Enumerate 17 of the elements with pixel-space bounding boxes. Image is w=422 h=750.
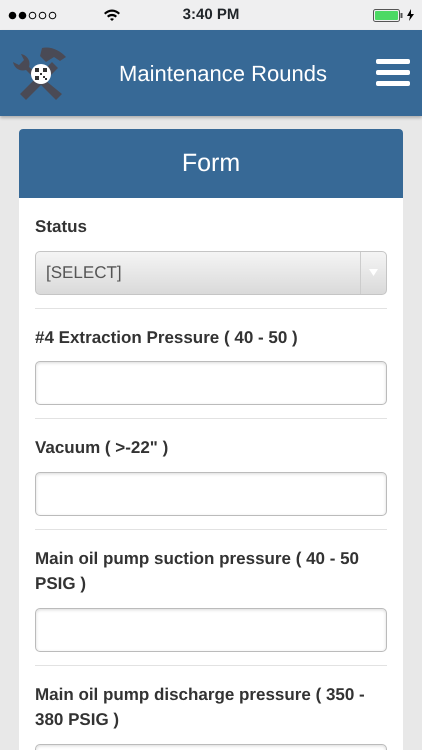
input-field[interactable]	[35, 361, 387, 405]
input-field[interactable]	[35, 472, 387, 516]
caret-icon	[369, 269, 378, 276]
app-title: Maintenance Rounds	[119, 60, 327, 86]
field-label: Vacuum ( >-22" )	[35, 437, 170, 459]
field-label: Status	[35, 216, 88, 238]
status-select[interactable]: [SELECT]	[35, 250, 387, 294]
menu-icon[interactable]	[376, 59, 410, 87]
field-label: Main oil pump suction pressure ( 40 - 50 PSIG )	[35, 548, 360, 595]
form-title: Form	[182, 148, 240, 179]
field-label: #4 Extraction Pressure ( 40 - 50 )	[35, 326, 299, 348]
status-time: 3:40 PM	[182, 4, 240, 25]
input-field[interactable]	[35, 608, 387, 652]
wifi-icon	[104, 9, 120, 21]
battery-icon	[372, 8, 403, 22]
field-label: Main oil pump discharge pressure ( 350 - 380 PSIG )	[35, 684, 366, 731]
charging-icon	[406, 9, 414, 21]
